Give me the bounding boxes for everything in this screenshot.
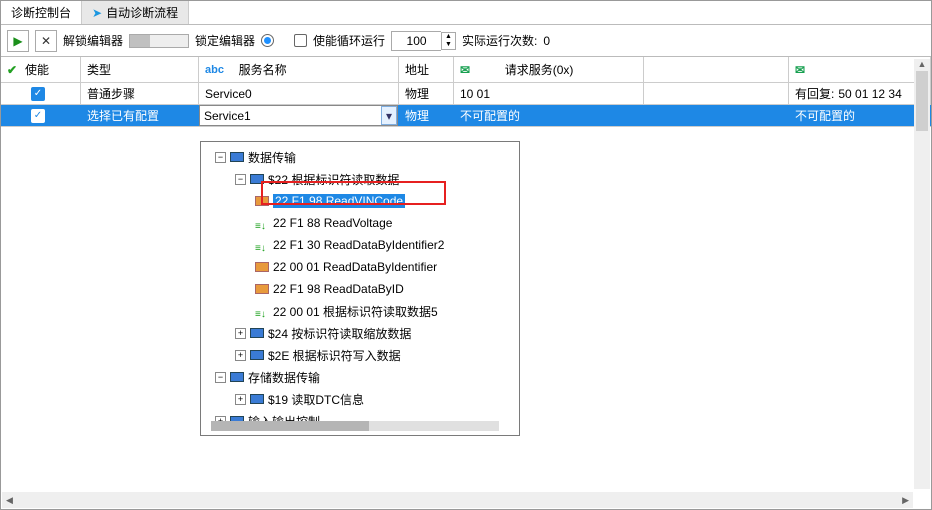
item-icon <box>255 306 269 316</box>
tree-node[interactable]: $24 按标识符读取缩放数据 <box>203 322 517 344</box>
collapse-icon[interactable] <box>235 174 246 185</box>
editor-lock-slider[interactable] <box>129 34 189 48</box>
tree-node[interactable]: $22 根据标识符读取数据 <box>203 168 517 190</box>
service-input[interactable] <box>199 105 398 126</box>
expand-icon[interactable] <box>235 394 246 405</box>
tab-console[interactable]: 诊断控制台 <box>1 1 82 24</box>
tree-node[interactable]: 22 00 01 根据标识符读取数据5 <box>203 300 517 322</box>
cell-request[interactable]: 10 01 <box>454 83 644 104</box>
cell-addr[interactable]: 物理 <box>399 105 454 126</box>
expand-icon[interactable] <box>235 328 246 339</box>
item-icon <box>255 284 269 294</box>
tree-node[interactable]: 22 F1 30 ReadDataByIdentifier2 <box>203 234 517 256</box>
col-request[interactable]: ✉ 请求服务(0x) <box>454 57 644 82</box>
tree-node[interactable]: 22 F1 88 ReadVoltage <box>203 212 517 234</box>
slider-knob[interactable] <box>130 35 150 47</box>
tree-h-scrollbar[interactable] <box>211 421 499 431</box>
scroll-up-icon[interactable]: ▲ <box>914 59 930 69</box>
group-icon <box>230 372 244 382</box>
cell-type[interactable]: 普通步骤 <box>81 83 199 104</box>
cell-addr[interactable]: 物理 <box>399 83 454 104</box>
loop-count-up[interactable]: ▲ <box>442 33 455 41</box>
group-icon <box>230 152 244 162</box>
run-count-value: 0 <box>543 34 550 48</box>
collapse-icon[interactable] <box>215 152 226 163</box>
tree-node[interactable]: 数据传输 <box>203 146 517 168</box>
tree-node-readvincode[interactable]: 22 F1 98 ReadVINCode <box>203 190 517 212</box>
run-count-label: 实际运行次数: <box>462 32 537 49</box>
row-enable-checkbox[interactable]: ✓ <box>31 87 45 101</box>
table-row[interactable]: ✓ 选择已有配置 ▾ 物理 不可配置的 不可配置的 <box>1 105 931 127</box>
service-tree-popup: 数据传输 $22 根据标识符读取数据 22 F1 98 ReadVINCode … <box>200 141 520 436</box>
col-address[interactable]: 地址 <box>399 57 454 82</box>
col-type[interactable]: 类型 <box>81 57 199 82</box>
send-icon: ➤ <box>92 6 102 20</box>
stop-button[interactable]: ✕ <box>35 30 57 52</box>
scrollbar-thumb[interactable] <box>916 71 928 131</box>
run-button[interactable]: ▶ <box>7 30 29 52</box>
cell-spacer <box>644 105 789 126</box>
envelope-icon: ✉ <box>460 63 470 77</box>
check-icon <box>7 63 21 77</box>
service-icon <box>250 174 264 184</box>
chevron-down-icon[interactable]: ▾ <box>381 106 397 125</box>
tree-node[interactable]: $19 读取DTC信息 <box>203 388 517 410</box>
enable-loop-checkbox[interactable] <box>294 34 307 47</box>
tree-node[interactable]: 22 00 01 ReadDataByIdentifier <box>203 256 517 278</box>
tab-auto-flow-label: 自动诊断流程 <box>106 4 178 21</box>
tree-node[interactable]: $2E 根据标识符写入数据 <box>203 344 517 366</box>
loop-count-stepper[interactable]: ▲▼ <box>391 31 456 51</box>
scrollbar-thumb[interactable] <box>211 421 369 431</box>
loop-count-down[interactable]: ▼ <box>442 41 455 49</box>
tree-node[interactable]: 22 F1 98 ReadDataByID <box>203 278 517 300</box>
tab-auto-flow[interactable]: ➤ 自动诊断流程 <box>82 1 189 24</box>
abc-icon: abc <box>205 64 224 76</box>
row-enable-checkbox[interactable]: ✓ <box>31 109 45 123</box>
cell-service-dropdown[interactable]: ▾ <box>199 105 399 126</box>
col-response[interactable]: ✉ <box>789 57 931 82</box>
item-icon <box>255 262 269 272</box>
expand-icon[interactable] <box>235 350 246 361</box>
col-enable[interactable]: 使能 <box>1 57 81 82</box>
cell-spacer <box>644 83 789 104</box>
service-icon <box>250 350 264 360</box>
unlock-editor-label: 解锁编辑器 <box>63 32 123 49</box>
cell-response: 不可配置的 <box>789 105 931 126</box>
collapse-icon[interactable] <box>215 372 226 383</box>
scroll-left-icon[interactable]: ◀ <box>2 495 17 506</box>
v-scrollbar[interactable]: ▲ <box>914 59 930 489</box>
lock-editor-label: 锁定编辑器 <box>195 32 255 49</box>
h-scrollbar[interactable]: ◀▶ <box>2 492 913 508</box>
col-spacer <box>644 57 789 82</box>
col-service[interactable]: abc 服务名称 <box>199 57 399 82</box>
item-icon <box>255 218 269 228</box>
tree-node[interactable]: 存储数据传输 <box>203 366 517 388</box>
enable-loop-label: 使能循环运行 <box>313 32 385 49</box>
cell-service[interactable]: Service0 <box>199 83 399 104</box>
table-row[interactable]: ✓ 普通步骤 Service0 物理 10 01 有回复:50 01 12 34 <box>1 83 931 105</box>
loop-count-input[interactable] <box>391 31 441 51</box>
cell-request: 不可配置的 <box>454 105 644 126</box>
cell-response[interactable]: 有回复:50 01 12 34 <box>789 83 931 104</box>
service-icon <box>250 328 264 338</box>
lock-editor-radio[interactable] <box>261 34 274 47</box>
service-icon <box>250 394 264 404</box>
item-icon <box>255 196 269 206</box>
cell-type[interactable]: 选择已有配置 <box>81 105 199 126</box>
envelope-icon: ✉ <box>795 63 805 77</box>
item-icon <box>255 240 269 250</box>
scroll-right-icon[interactable]: ▶ <box>898 495 913 506</box>
